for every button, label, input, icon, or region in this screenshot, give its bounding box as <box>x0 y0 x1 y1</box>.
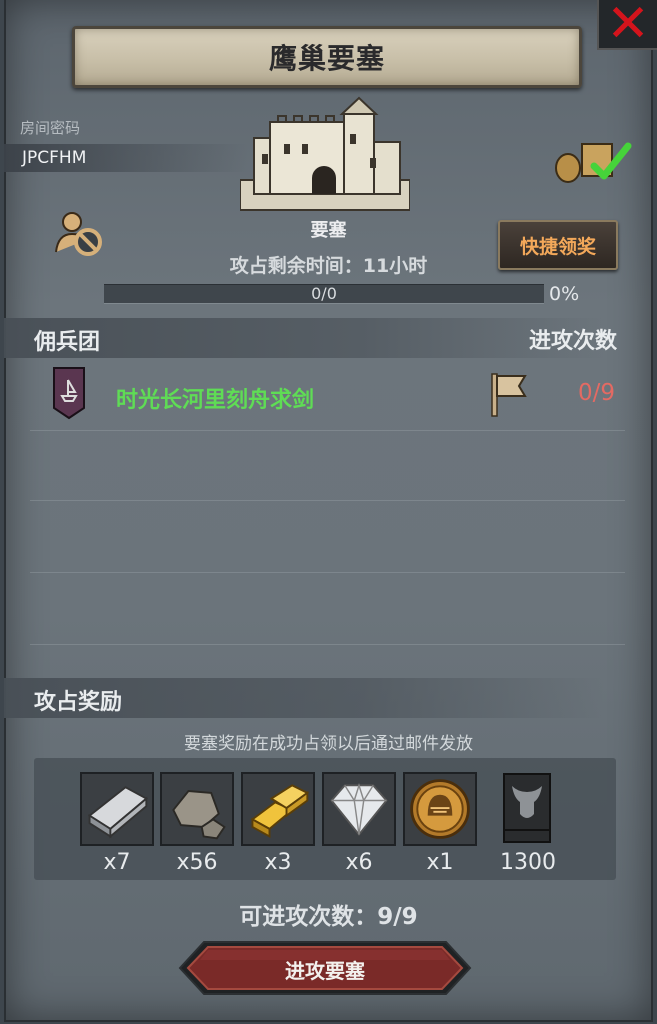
reward-qty: x3 <box>264 850 292 875</box>
row-divider <box>30 644 625 645</box>
reward-qty: x1 <box>426 850 454 875</box>
attack-flag-icon <box>491 373 527 417</box>
room-password-code: JPCFHM <box>22 148 87 168</box>
row-divider <box>30 572 625 573</box>
attack-count-header: 进攻次数 <box>528 329 617 354</box>
capture-progress-bar: 0/0 <box>104 284 544 304</box>
close-icon[interactable]: ✕ <box>597 0 657 50</box>
reward-header: 攻占奖励 <box>34 690 123 715</box>
bull-banner-icon[interactable] <box>502 772 552 844</box>
mercenary-header: 佣兵团 <box>34 330 101 355</box>
mercenary-name[interactable]: 时光长河里刻舟求剑 <box>116 382 314 414</box>
gold-bars-icon[interactable] <box>241 772 315 846</box>
reward-qty: x56 <box>176 850 218 875</box>
attempts-remaining: 可进攻次数：9/9 <box>239 904 418 930</box>
reward-qty: 1300 <box>500 850 556 875</box>
silver-ingot-icon[interactable] <box>80 772 154 846</box>
reward-qty: x6 <box>345 850 373 875</box>
room-password-label: 房间密码 <box>20 119 81 137</box>
row-divider <box>30 500 625 501</box>
progress-percent: 0% <box>549 283 580 305</box>
row-divider <box>30 430 625 431</box>
reward-note: 要塞奖励在成功占领以后通过邮件发放 <box>184 734 473 754</box>
attack-fortress-button[interactable]: 进攻要塞 <box>178 940 472 996</box>
stone-icon[interactable] <box>160 772 234 846</box>
progress-text: 0/0 <box>311 284 337 303</box>
guild-banner-icon <box>53 367 85 420</box>
loot-collected-icon[interactable] <box>554 136 636 184</box>
diamond-icon[interactable] <box>322 772 396 846</box>
knight-helmet-coin-icon[interactable] <box>403 772 477 846</box>
page-title: 鹰巢要塞 <box>72 26 582 88</box>
capture-time-remaining: 攻占剩余时间：11小时 <box>229 255 428 277</box>
reward-qty: x7 <box>103 850 131 875</box>
attack-button-label: 进攻要塞 <box>285 959 365 983</box>
fortress-castle-icon <box>240 96 410 211</box>
mercenary-attack-count: 0/9 <box>577 380 615 406</box>
